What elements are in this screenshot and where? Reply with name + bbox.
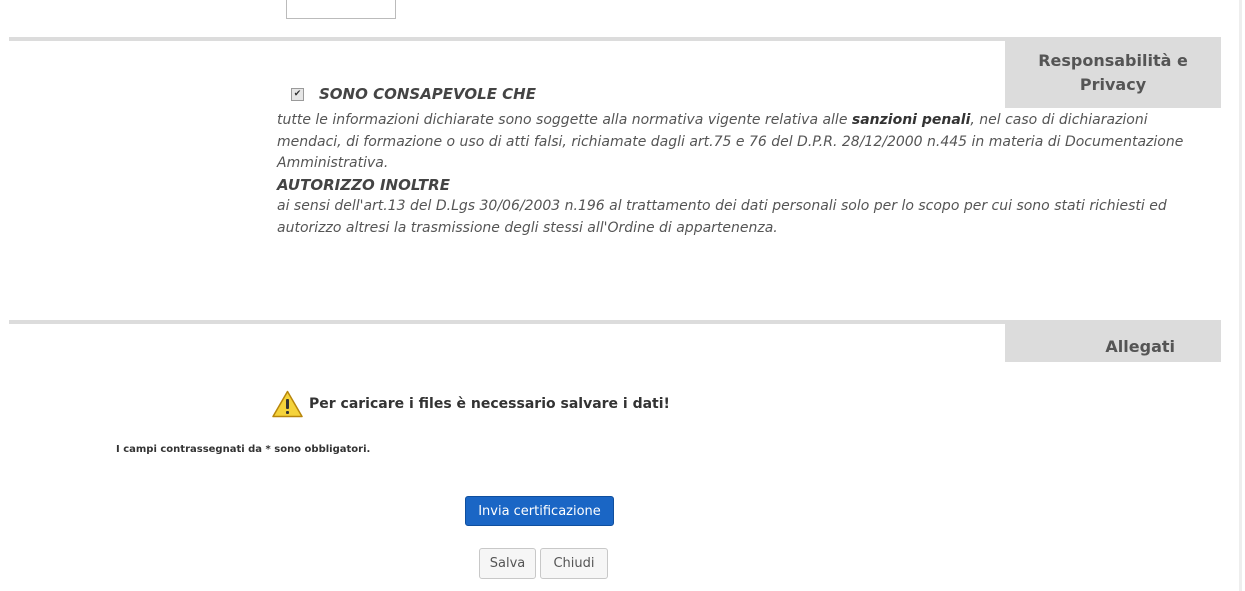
privacy-declaration: tutte le informazioni dichiarate sono so… [277, 110, 1207, 239]
authorization-heading: AUTORIZZO INOLTRE [277, 175, 450, 194]
vertical-scrollbar[interactable] [1237, 0, 1245, 591]
consent-text-bold: sanzioni penali [851, 112, 971, 128]
warning-text: Per caricare i files è necessario salvar… [309, 396, 670, 412]
authorization-text: ai sensi dell'art.13 del D.Lgs 30/06/200… [277, 198, 1167, 236]
consent-text-start: tutte le informazioni dichiarate sono so… [277, 112, 852, 128]
consent-row[interactable]: ✔ SONO CONSAPEVOLE CHE [291, 85, 536, 103]
consent-title: SONO CONSAPEVOLE CHE [319, 85, 536, 103]
save-button[interactable]: Salva [479, 548, 536, 579]
close-button[interactable]: Chiudi [540, 548, 608, 579]
upload-warning: Per caricare i files è necessario salvar… [272, 390, 670, 418]
scrollbar-track[interactable] [1239, 0, 1242, 591]
consent-paragraph: tutte le informazioni dichiarate sono so… [277, 110, 1207, 175]
consent-checkbox[interactable]: ✔ [291, 87, 304, 101]
allegati-section-header: Allegati [1005, 320, 1221, 362]
required-fields-note: I campi contrassegnati da * sono obbliga… [116, 444, 371, 455]
previous-field-box [286, 0, 396, 19]
warning-icon [272, 390, 303, 418]
privacy-section-header: Responsabilità e Privacy [1005, 37, 1221, 108]
submit-certification-button[interactable]: Invia certificazione [465, 496, 614, 526]
